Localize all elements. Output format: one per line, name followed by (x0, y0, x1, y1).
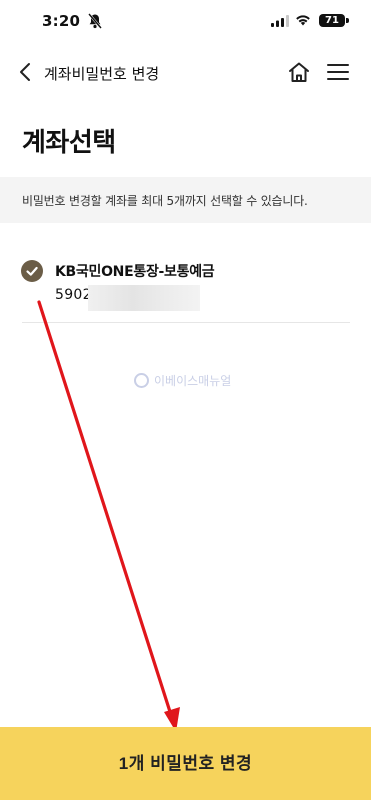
check-icon (26, 266, 38, 276)
watermark-logo-icon (134, 373, 149, 388)
bell-slash-icon (88, 13, 102, 29)
account-number: 5902 (55, 287, 92, 303)
watermark-text: 이베이스매뉴얼 (154, 374, 232, 388)
nav-bar: 계좌비밀번호 변경 (0, 50, 371, 96)
watermark: 이베이스매뉴얼 (134, 372, 231, 389)
home-icon[interactable] (287, 60, 311, 84)
change-password-button-label: 1개 비밀번호 변경 (118, 754, 253, 773)
status-time: 3:20 (42, 12, 81, 30)
battery-icon: 71 (319, 14, 345, 27)
back-chevron-icon[interactable] (16, 60, 36, 84)
wifi-icon (296, 15, 310, 26)
nav-title: 계좌비밀번호 변경 (44, 65, 160, 83)
account-name: KB국민ONE통장-보통예금 (55, 264, 215, 280)
notice-text: 비밀번호 변경할 계좌를 최대 5개까지 선택할 수 있습니다. (22, 194, 308, 208)
battery-tip (346, 18, 349, 23)
list-divider (22, 322, 350, 323)
account-item[interactable]: KB국민ONE통장-보통예금 5902 (0, 252, 371, 324)
annotation-arrow (37, 300, 180, 732)
page-title: 계좌선택 (22, 128, 116, 158)
signal-icon (271, 15, 289, 27)
status-bar: 3:20 71 (0, 0, 371, 44)
account-number-mask (88, 285, 200, 311)
notice-banner: 비밀번호 변경할 계좌를 최대 5개까지 선택할 수 있습니다. (0, 177, 371, 223)
menu-icon[interactable] (327, 62, 349, 82)
account-checkbox[interactable] (21, 260, 43, 282)
change-password-button[interactable]: 1개 비밀번호 변경 (0, 727, 371, 800)
